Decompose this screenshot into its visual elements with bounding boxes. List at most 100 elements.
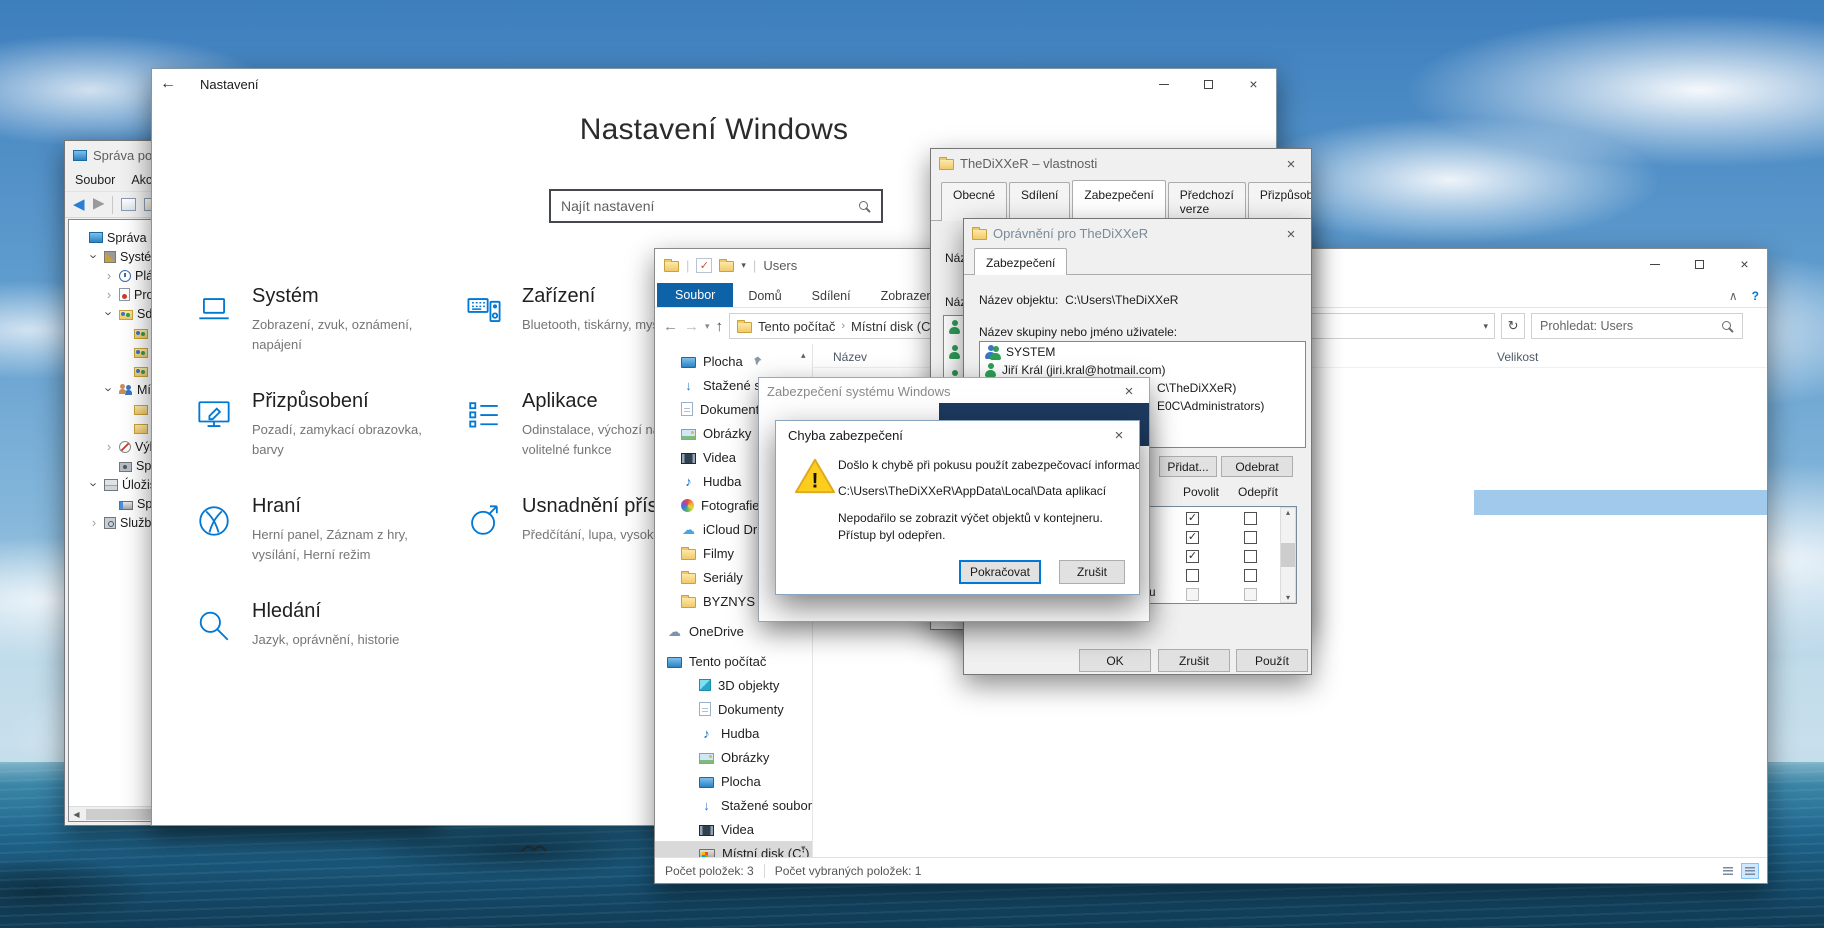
- back-icon[interactable]: ←: [160, 75, 176, 93]
- selected-file-row[interactable]: [1474, 490, 1767, 515]
- permission-entry[interactable]: C\TheDiXXeR): [1157, 381, 1236, 395]
- deny-checkbox[interactable]: [1244, 550, 1257, 563]
- tree-chevron-icon[interactable]: ›: [88, 516, 100, 529]
- properties-titlebar[interactable]: TheDiXXeR – vlastnosti: [931, 149, 1311, 177]
- sidebar-item[interactable]: Videa: [655, 817, 812, 841]
- menu-item[interactable]: Soubor: [75, 173, 115, 187]
- deny-checkbox[interactable]: [1244, 531, 1257, 544]
- qat-customize-icon[interactable]: ▾: [741, 260, 746, 271]
- address-dropdown-icon[interactable]: ▾: [1484, 321, 1489, 332]
- tree-chevron-icon[interactable]: ›: [103, 269, 115, 282]
- windows-security-titlebar[interactable]: Zabezpečení systému Windows: [759, 378, 1149, 404]
- ribbon-tab-item[interactable]: Domů: [733, 285, 796, 307]
- minimize-button[interactable]: [1632, 249, 1677, 279]
- permissions-titlebar[interactable]: Oprávnění pro TheDiXXeR: [964, 219, 1311, 247]
- close-button[interactable]: ×: [1231, 69, 1276, 99]
- collapse-ribbon-icon[interactable]: ∧: [1729, 289, 1738, 303]
- qat-folder-icon[interactable]: [719, 259, 735, 272]
- tree-chevron-icon[interactable]: ›: [87, 251, 102, 263]
- settings-search-input[interactable]: Najít nastavení: [549, 189, 883, 223]
- cancel-button[interactable]: Zrušit: [1059, 560, 1125, 584]
- sidebar-scroll-down-icon[interactable]: ▾: [801, 843, 806, 854]
- tree-chevron-icon[interactable]: ›: [102, 308, 117, 320]
- back-icon[interactable]: ←: [663, 318, 678, 335]
- sidebar-item[interactable]: Dokumenty: [655, 697, 812, 721]
- allow-checkbox[interactable]: ✓: [1186, 512, 1199, 525]
- tree-chevron-icon[interactable]: ›: [102, 384, 117, 396]
- breadcrumb-item[interactable]: Tento počítač: [758, 319, 835, 334]
- permission-entry[interactable]: E0C\Administrators): [1157, 399, 1264, 413]
- sidebar-item[interactable]: ♪ Hudba: [655, 721, 812, 745]
- settings-tile-laptop[interactable]: Systém Zobrazení, zvuk, oznámení, napájen…: [192, 285, 472, 355]
- breadcrumb-item[interactable]: Místní disk (C:): [851, 319, 938, 334]
- ok-button[interactable]: OK: [1079, 649, 1151, 672]
- settings-tile-gaming[interactable]: Hraní Herní panel, Záznam z hry, vysílání…: [192, 495, 472, 565]
- sidebar-scroll-up-icon[interactable]: ▴: [801, 350, 806, 361]
- back-icon[interactable]: ◀: [73, 197, 85, 212]
- maximize-button[interactable]: [1186, 69, 1231, 99]
- remove-button[interactable]: Odebrat: [1221, 456, 1293, 477]
- show-console-tree-icon[interactable]: [121, 198, 137, 211]
- settings-titlebar[interactable]: ← Nastavení: [152, 69, 1276, 99]
- ribbon-tab-file[interactable]: Soubor: [657, 283, 734, 307]
- scroll-up-icon[interactable]: ▴: [1286, 508, 1290, 517]
- tree-chevron-icon[interactable]: ›: [103, 440, 115, 453]
- settings-tile-search[interactable]: Hledání Jazyk, oprávnění, historie: [192, 600, 472, 653]
- scroll-down-icon[interactable]: ▾: [1286, 593, 1290, 602]
- sidebar-item[interactable]: Plocha: [655, 349, 812, 373]
- breadcrumb-separator-icon[interactable]: ›: [841, 320, 845, 332]
- minimize-button[interactable]: [1141, 69, 1186, 99]
- close-icon[interactable]: ×: [1114, 380, 1144, 402]
- properties-tab[interactable]: Přizpůsobit: [1247, 182, 1311, 221]
- deny-checkbox[interactable]: [1244, 569, 1257, 582]
- properties-tab[interactable]: Předchozí verze: [1167, 182, 1246, 221]
- allow-checkbox[interactable]: [1186, 569, 1199, 582]
- up-icon[interactable]: ↑: [716, 318, 724, 335]
- explorer-search-input[interactable]: Prohledat: Users: [1531, 313, 1744, 339]
- allow-checkbox[interactable]: ✓: [1186, 550, 1199, 563]
- properties-tab[interactable]: Obecné: [941, 182, 1008, 221]
- sidebar-item[interactable]: Tento počítač: [655, 649, 812, 673]
- settings-tile-personalization[interactable]: Přizpůsobení Pozadí, zamykací obrazovka, …: [192, 390, 472, 460]
- tree-chevron-icon[interactable]: ›: [87, 479, 102, 491]
- properties-tab[interactable]: Sdílení: [1009, 182, 1071, 221]
- grid-scrollbar[interactable]: ▴ ▾: [1280, 507, 1296, 603]
- sidebar-item[interactable]: ☁ OneDrive: [655, 619, 812, 643]
- qat-checkmark-icon[interactable]: ✓: [696, 257, 713, 273]
- list-view-icon[interactable]: [1719, 863, 1737, 879]
- close-icon[interactable]: ×: [1104, 424, 1134, 446]
- sidebar-item[interactable]: Plocha: [655, 769, 812, 793]
- details-view-icon[interactable]: [1741, 862, 1759, 879]
- close-button[interactable]: ×: [1722, 249, 1767, 279]
- close-icon[interactable]: ×: [1276, 223, 1306, 245]
- sidebar-item[interactable]: 3D objekty: [655, 673, 812, 697]
- history-dropdown-icon[interactable]: ▾: [705, 321, 710, 332]
- permission-entry[interactable]: SYSTEM: [984, 345, 1055, 360]
- forward-icon[interactable]: →: [684, 318, 699, 335]
- scrollbar-thumb[interactable]: [1281, 543, 1295, 567]
- continue-button[interactable]: Pokračovat: [959, 560, 1041, 584]
- deny-checkbox[interactable]: [1244, 512, 1257, 525]
- sidebar-item[interactable]: Místní disk (C:): [655, 841, 812, 857]
- cancel-button[interactable]: Zrušit: [1158, 649, 1230, 672]
- permission-entry[interactable]: Jiří Král (jiri.kral@hotmail.com): [984, 363, 1166, 377]
- tab-zabezpeceni[interactable]: Zabezpečení: [974, 248, 1068, 275]
- properties-group-row[interactable]: [948, 345, 961, 359]
- allow-checkbox[interactable]: ✓: [1186, 531, 1199, 544]
- column-name[interactable]: Název: [833, 350, 867, 364]
- ribbon-tab-item[interactable]: Sdílení: [797, 285, 866, 307]
- maximize-button[interactable]: [1677, 249, 1722, 279]
- help-icon[interactable]: ?: [1752, 289, 1759, 303]
- close-icon[interactable]: ×: [1276, 153, 1306, 175]
- apply-button[interactable]: Použít: [1236, 649, 1308, 672]
- forward-icon[interactable]: ◀: [93, 196, 105, 213]
- scroll-left-icon[interactable]: ◀: [69, 810, 84, 819]
- sidebar-item[interactable]: Obrázky: [655, 745, 812, 769]
- tree-chevron-icon[interactable]: ›: [103, 288, 115, 301]
- add-button[interactable]: Přidat...: [1159, 456, 1217, 477]
- refresh-icon[interactable]: ↻: [1501, 313, 1526, 339]
- sidebar-item[interactable]: ↓ Stažené soubory: [655, 793, 812, 817]
- column-size[interactable]: Velikost: [1497, 350, 1538, 364]
- properties-tab[interactable]: Zabezpečení: [1072, 180, 1166, 221]
- properties-group-row[interactable]: [948, 320, 961, 334]
